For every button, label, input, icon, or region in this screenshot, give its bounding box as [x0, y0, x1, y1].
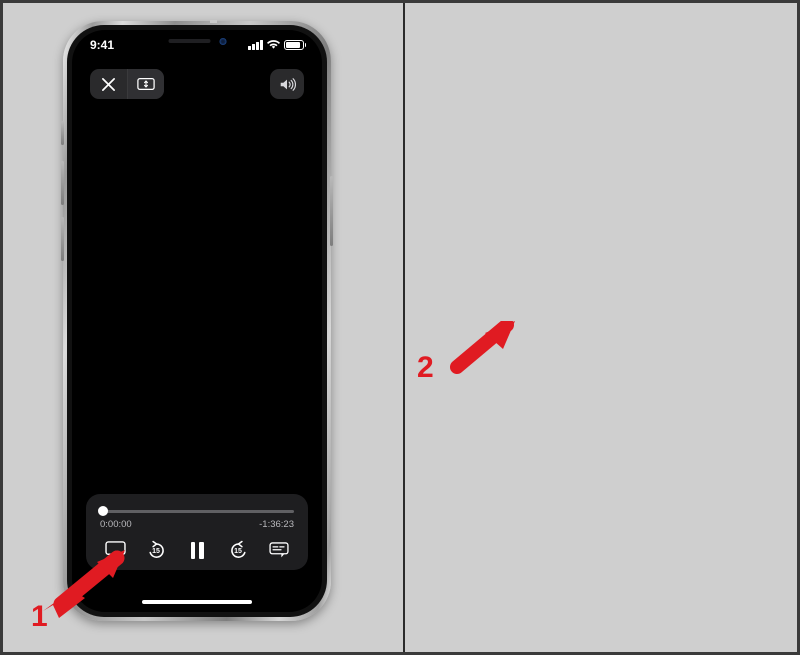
mute-switch[interactable] — [61, 121, 64, 145]
rewind-15-button[interactable]: 15 — [141, 538, 171, 562]
subtitles-button[interactable] — [264, 538, 294, 562]
aspect-ratio-icon — [137, 77, 155, 91]
battery-icon — [283, 40, 304, 50]
figure-canvas: 9:41 0:00:00 -1:36:23 15 15 1 2 — [0, 0, 800, 655]
callout-2-number: 2 — [417, 351, 434, 384]
player-left-pill — [90, 69, 164, 99]
home-indicator[interactable] — [142, 599, 252, 604]
callout-2: 2 — [411, 318, 521, 401]
antenna-mark — [210, 20, 218, 23]
forward-15-icon: 15 — [228, 540, 249, 561]
callout-1-number: 1 — [31, 600, 48, 633]
battery-cap-icon — [304, 43, 306, 47]
phone-bezel: 9:41 0:00:00 -1:36:23 15 15 — [67, 25, 327, 617]
callout-1: 1 — [13, 548, 143, 648]
scrubber-knob[interactable] — [98, 506, 108, 516]
volume-up-icon — [280, 77, 296, 91]
panel-divider — [403, 3, 405, 652]
subtitles-icon — [269, 542, 289, 558]
pause-button[interactable] — [182, 538, 212, 562]
scrubber-track — [100, 510, 294, 513]
panel-right: iPhone → LIVING ROOM Smallfoot — [403, 3, 800, 652]
power-button[interactable] — [330, 176, 333, 246]
iphone-device-left: 9:41 0:00:00 -1:36:23 15 15 — [61, 20, 333, 621]
forward-15-button[interactable]: 15 — [223, 538, 253, 562]
rewind-15-icon: 15 — [146, 540, 167, 561]
aspect-ratio-button[interactable] — [127, 69, 164, 99]
pause-icon — [190, 541, 204, 559]
status-time: 9:41 — [90, 38, 115, 52]
close-icon — [102, 77, 115, 91]
status-icons — [248, 40, 306, 50]
scrubber[interactable] — [98, 506, 296, 516]
volume-button[interactable] — [270, 69, 304, 99]
remaining-time: -1:36:23 — [259, 519, 294, 530]
rewind-15-label: 15 — [152, 547, 160, 555]
status-bar-left: 9:41 — [72, 30, 322, 56]
panel-left: 9:41 0:00:00 -1:36:23 15 15 1 — [3, 3, 403, 652]
volume-up-button[interactable] — [61, 161, 64, 205]
time-row: 0:00:00 -1:36:23 — [98, 519, 296, 530]
elapsed-time: 0:00:00 — [100, 519, 132, 530]
screen-left: 9:41 0:00:00 -1:36:23 15 15 — [72, 30, 322, 612]
volume-down-button[interactable] — [61, 217, 64, 261]
close-button[interactable] — [90, 69, 127, 99]
player-top-controls — [72, 64, 322, 104]
wifi-icon — [266, 40, 280, 49]
cellular-bars-icon — [248, 40, 263, 50]
forward-15-label: 15 — [234, 547, 242, 555]
